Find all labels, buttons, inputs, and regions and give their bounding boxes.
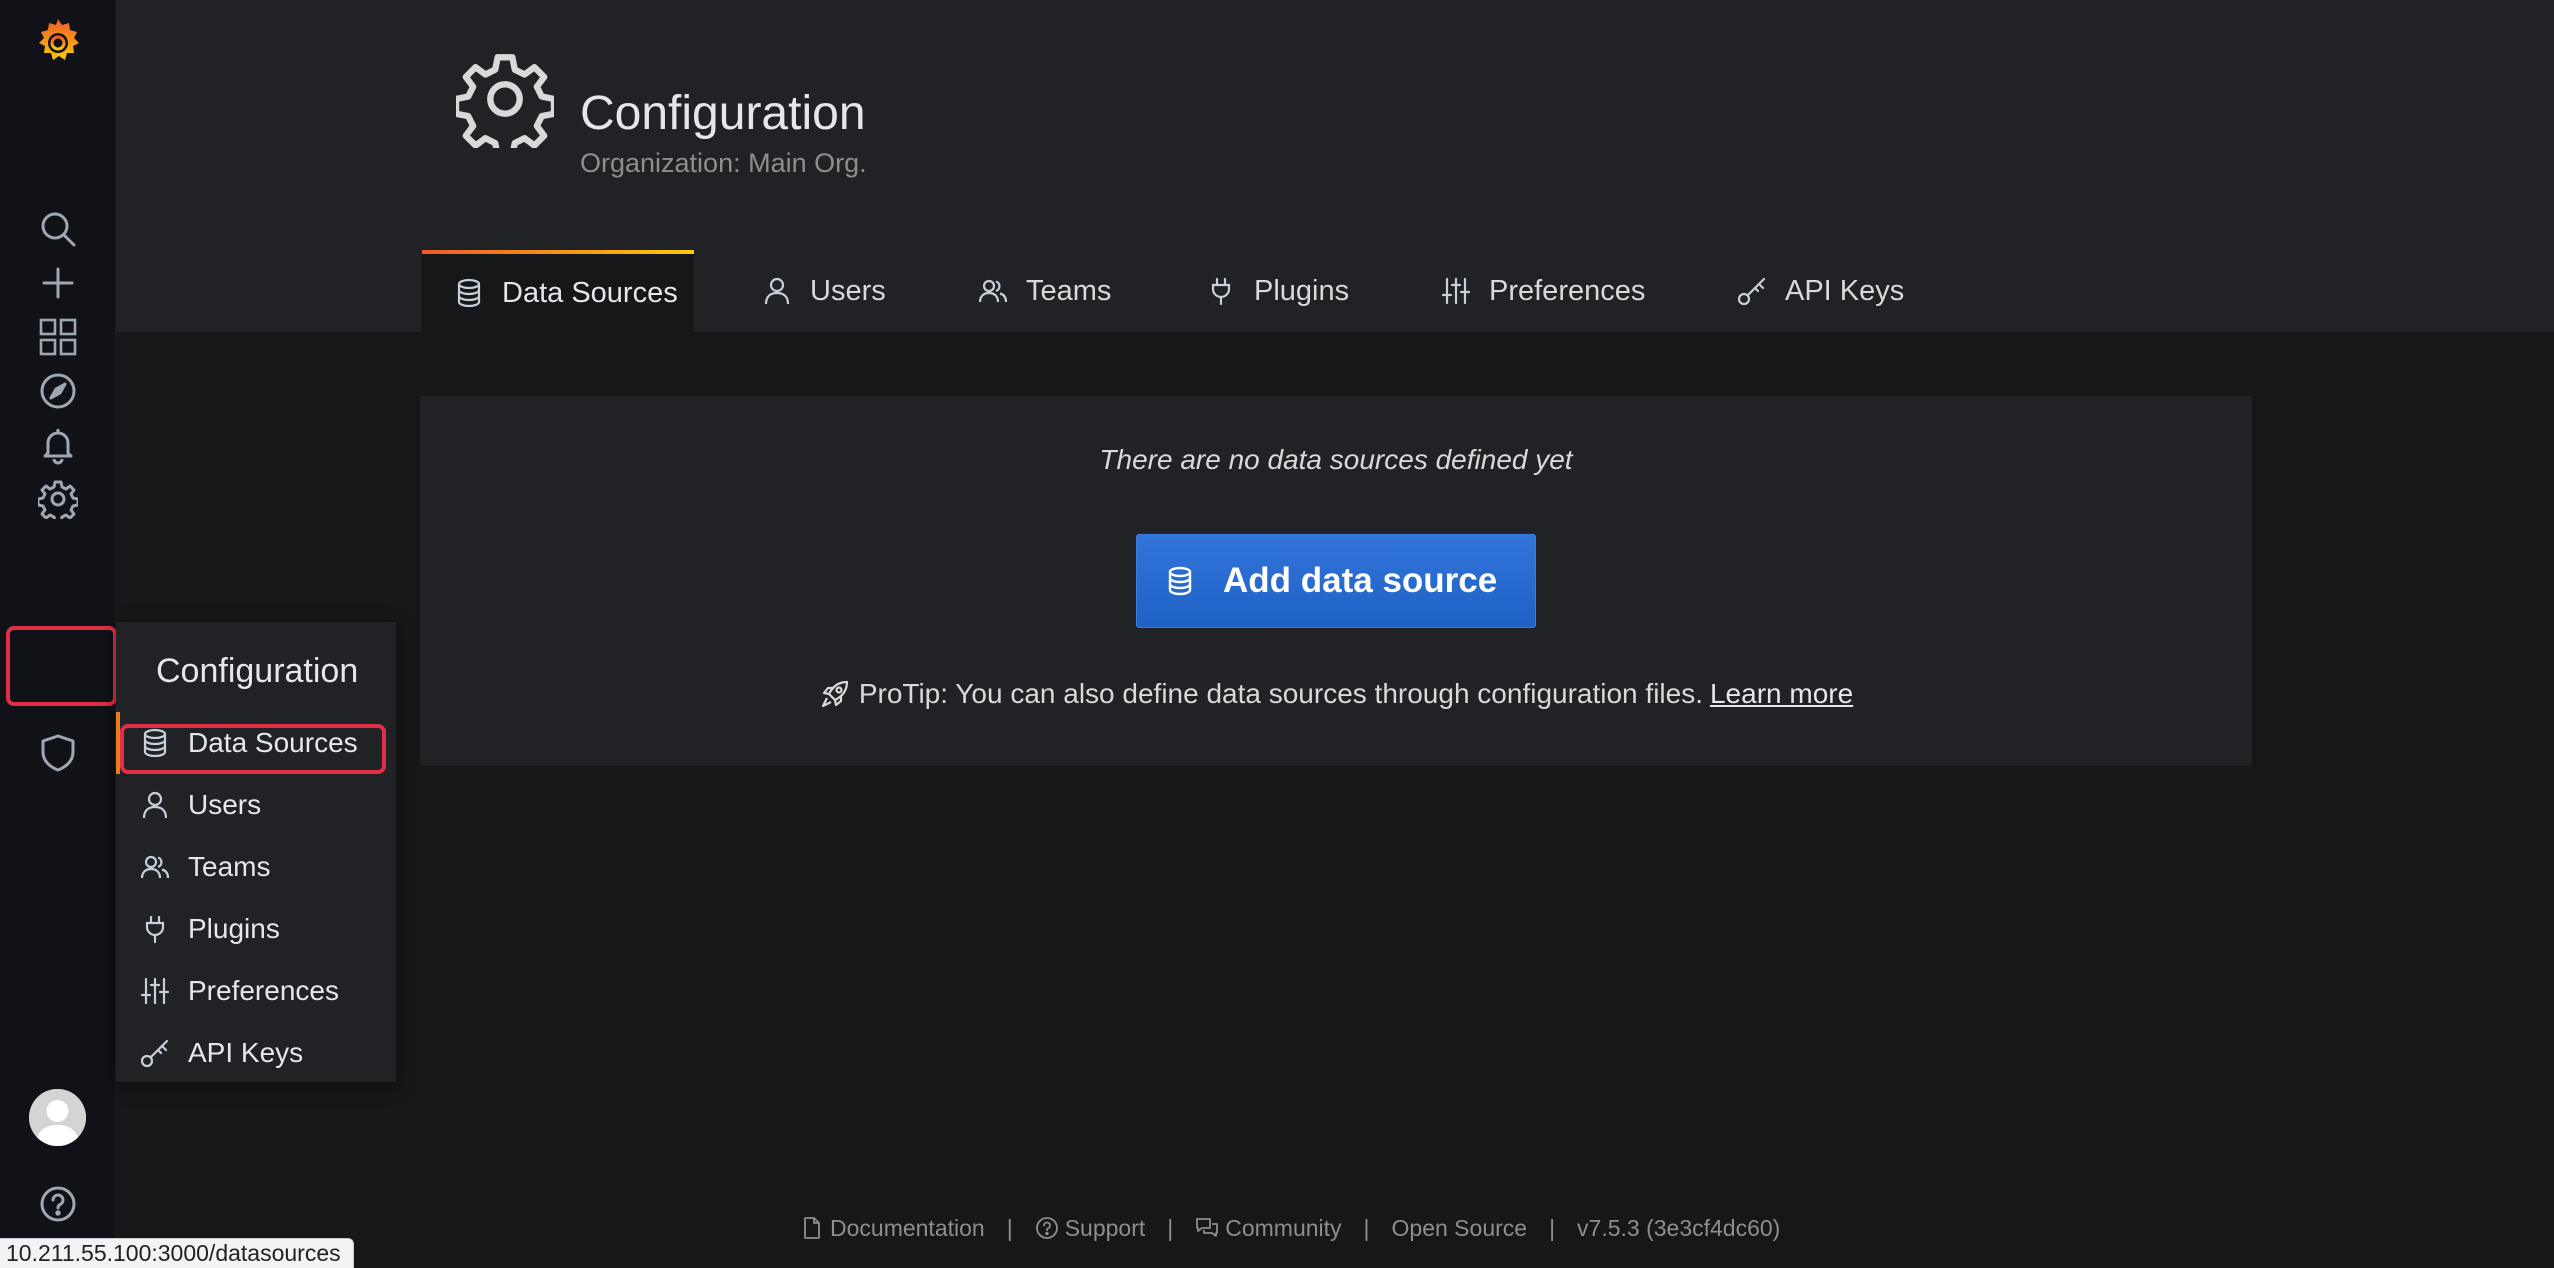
configuration-highlight-box <box>6 626 117 706</box>
footer-link-label: Documentation <box>830 1214 985 1241</box>
footer: Documentation | Support | Community | Op… <box>800 1210 1780 1246</box>
tab-teams[interactable]: Teams <box>978 250 1111 332</box>
tab-plugins[interactable]: Plugins <box>1206 250 1349 332</box>
sidebar <box>0 0 117 1268</box>
dashboards-icon[interactable] <box>28 307 88 367</box>
flyout-item-api-keys[interactable]: API Keys <box>116 1022 396 1084</box>
explore-icon[interactable] <box>28 361 88 421</box>
database-icon <box>1165 566 1195 596</box>
flyout-item-teams[interactable]: Teams <box>116 836 396 898</box>
page-title: Configuration <box>580 87 866 140</box>
server-admin-icon[interactable] <box>28 723 88 783</box>
users-icon <box>140 852 170 882</box>
protip-text: ProTip: You can also define data sources… <box>858 678 1703 709</box>
flyout-title[interactable]: Configuration <box>156 652 358 691</box>
sliders-icon <box>140 976 170 1006</box>
configuration-flyout-menu: Configuration Data Sources Users Teams P… <box>116 622 396 1082</box>
key-icon <box>1737 276 1767 306</box>
plug-icon <box>140 914 170 944</box>
user-icon <box>762 276 792 306</box>
status-bar-url: 10.211.55.100:3000/datasources <box>0 1238 354 1268</box>
alerting-icon[interactable] <box>28 415 88 475</box>
protip: ProTip: You can also define data sources… <box>420 678 2252 710</box>
flyout-item-label: Preferences <box>188 975 339 1006</box>
flyout-item-label: Plugins <box>188 913 280 944</box>
footer-link-label: Open Source <box>1391 1214 1528 1241</box>
tab-label: Users <box>810 274 886 307</box>
version-label: v7.5.3 (3e3cf4dc60) <box>1577 1214 1781 1241</box>
users-icon <box>978 276 1008 306</box>
flyout-item-label: Teams <box>188 851 271 882</box>
empty-state-message: There are no data sources defined yet <box>1099 444 1573 475</box>
footer-community-link[interactable]: Community <box>1195 1214 1342 1242</box>
search-icon[interactable] <box>28 199 88 259</box>
configuration-icon[interactable] <box>28 469 88 529</box>
footer-documentation-link[interactable]: Documentation <box>800 1215 985 1242</box>
tab-data-sources[interactable]: Data Sources <box>422 250 694 332</box>
flyout-item-preferences[interactable]: Preferences <box>116 960 396 1022</box>
plug-icon <box>1206 276 1236 306</box>
tab-label: Teams <box>1026 274 1112 307</box>
flyout-item-label: Users <box>188 789 262 820</box>
question-circle-icon <box>1035 1216 1059 1240</box>
tab-label: Data Sources <box>502 276 678 309</box>
help-icon[interactable] <box>28 1174 88 1234</box>
footer-version[interactable]: v7.5.3 (3e3cf4dc60) <box>1577 1215 1780 1242</box>
flyout-item-plugins[interactable]: Plugins <box>116 898 396 960</box>
avatar[interactable] <box>29 1089 86 1146</box>
page-header: Configuration Organization: Main Org. Da… <box>116 0 2554 332</box>
rocket-icon <box>819 678 851 710</box>
plus-icon[interactable] <box>28 253 88 313</box>
document-icon <box>800 1216 824 1240</box>
learn-more-link[interactable]: Learn more <box>1710 678 1853 710</box>
key-icon <box>140 1038 170 1068</box>
data-sources-highlight-box <box>120 724 386 774</box>
configuration-icon <box>456 50 554 148</box>
tab-label: API Keys <box>1785 274 1905 307</box>
flyout-item-label: API Keys <box>188 1037 304 1068</box>
flyout-item-users[interactable]: Users <box>116 774 396 836</box>
comments-icon <box>1195 1216 1219 1240</box>
user-icon <box>140 790 170 820</box>
tab-label: Preferences <box>1489 274 1646 307</box>
tab-users[interactable]: Users <box>762 250 886 332</box>
footer-support-link[interactable]: Support <box>1035 1214 1146 1242</box>
add-data-source-button[interactable]: Add data source <box>1136 534 1536 628</box>
sliders-icon <box>1441 276 1471 306</box>
grafana-logo-icon[interactable] <box>28 12 88 72</box>
empty-state-card: There are no data sources defined yet Ad… <box>420 396 2252 766</box>
tab-preferences[interactable]: Preferences <box>1441 250 1645 332</box>
footer-link-label: Community <box>1225 1214 1342 1241</box>
tab-label: Plugins <box>1254 274 1350 307</box>
footer-open-source-link[interactable]: Open Source <box>1392 1215 1528 1242</box>
page-subtitle: Organization: Main Org. <box>580 148 867 178</box>
database-icon <box>454 278 484 308</box>
footer-link-label: Support <box>1064 1214 1146 1241</box>
add-data-source-label: Add data source <box>1223 561 1498 600</box>
tab-api-keys[interactable]: API Keys <box>1737 250 1904 332</box>
